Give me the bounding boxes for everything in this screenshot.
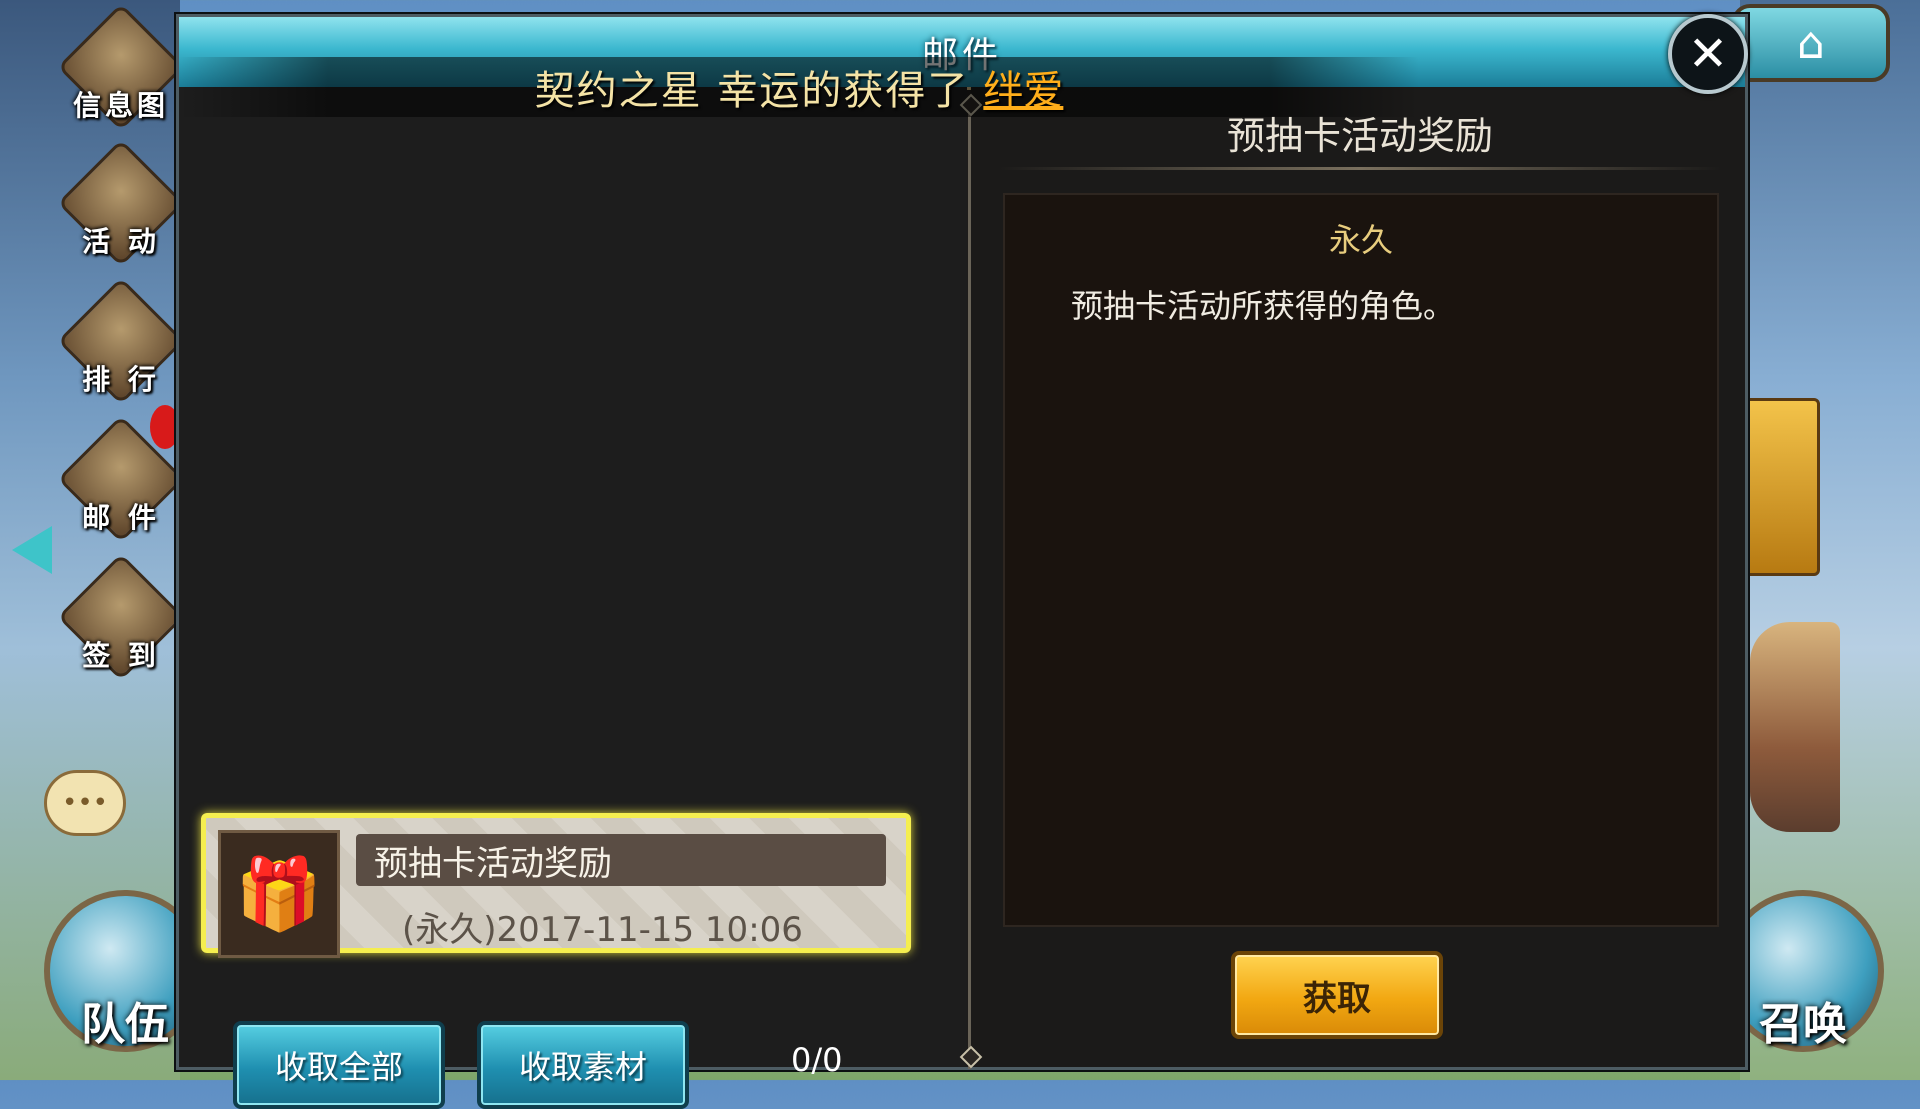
close-icon: ✕ (1687, 26, 1729, 82)
mail-title: 预抽卡活动奖励 (374, 843, 612, 884)
detail-duration-tag: 永久 (1328, 221, 1393, 259)
collect-all-label: 收取全部 (274, 1048, 403, 1086)
sidebar-item-checkin[interactable]: 签 到 (57, 553, 185, 681)
sidebar-item-label: 排 行 (82, 363, 160, 396)
chat-bubble-icon[interactable]: ••• (44, 770, 126, 836)
mail-title-bar: 预抽卡活动奖励 (356, 834, 886, 886)
sidebar-item-label: 活 动 (82, 225, 160, 258)
announcement-banner: 契约之星 幸运的获得了 绊爱 (179, 57, 1419, 117)
sidebar-item-label: 签 到 (82, 639, 160, 672)
detail-content-box: 永久 预抽卡活动所获得的角色。 (1003, 193, 1719, 927)
collect-all-button[interactable]: 收取全部 (233, 1021, 445, 1109)
mail-list-item[interactable]: 🎁 预抽卡活动奖励 (永久)2017-11-15 10:06 (201, 813, 911, 958)
gift-icon: 🎁 (218, 830, 340, 958)
announcement-text: 契约之星 幸运的获得了 (534, 68, 970, 114)
mail-dialog: 邮件 🎁 预抽卡活动奖励 (永久)2017-11-15 10:06 收取全部 收… (176, 14, 1748, 1109)
announcement-highlight[interactable]: 绊爱 (983, 58, 1063, 116)
character-portrait (1750, 622, 1840, 832)
detail-body: 预抽卡活动所获得的角色。 (1071, 287, 1456, 325)
home-icon: ⌂ (1797, 17, 1825, 69)
sidebar-item-events[interactable]: 活 动 (57, 139, 185, 267)
collapse-arrow-icon[interactable] (12, 526, 52, 574)
sidebar-item-mail[interactable]: 邮 件 (57, 415, 185, 543)
mail-list-pane: 🎁 预抽卡活动奖励 (永久)2017-11-15 10:06 收取全部 收取素材… (179, 87, 967, 1109)
close-button[interactable]: ✕ (1668, 14, 1748, 94)
claim-button[interactable]: 获取 (1231, 951, 1443, 1039)
sidebar-item-label: 邮 件 (82, 501, 160, 534)
sidebar-item-info[interactable]: 信息图 (57, 3, 185, 131)
team-label: 队伍 (81, 999, 169, 1050)
collect-materials-button[interactable]: 收取素材 (477, 1021, 689, 1109)
mail-date: (永久)2017-11-15 10:06 (402, 910, 803, 950)
pane-divider (968, 101, 971, 1069)
detail-title-divider (999, 167, 1721, 170)
claim-label: 获取 (1303, 978, 1371, 1019)
sidebar-item-ranking[interactable]: 排 行 (57, 277, 185, 405)
summon-label: 召唤 (1759, 999, 1847, 1050)
side-card (1744, 398, 1820, 576)
home-button[interactable]: ⌂ (1732, 4, 1890, 82)
sidebar-item-label: 信息图 (72, 89, 169, 122)
mail-counter: 0/0 (791, 1041, 843, 1079)
collect-materials-label: 收取素材 (518, 1048, 647, 1086)
